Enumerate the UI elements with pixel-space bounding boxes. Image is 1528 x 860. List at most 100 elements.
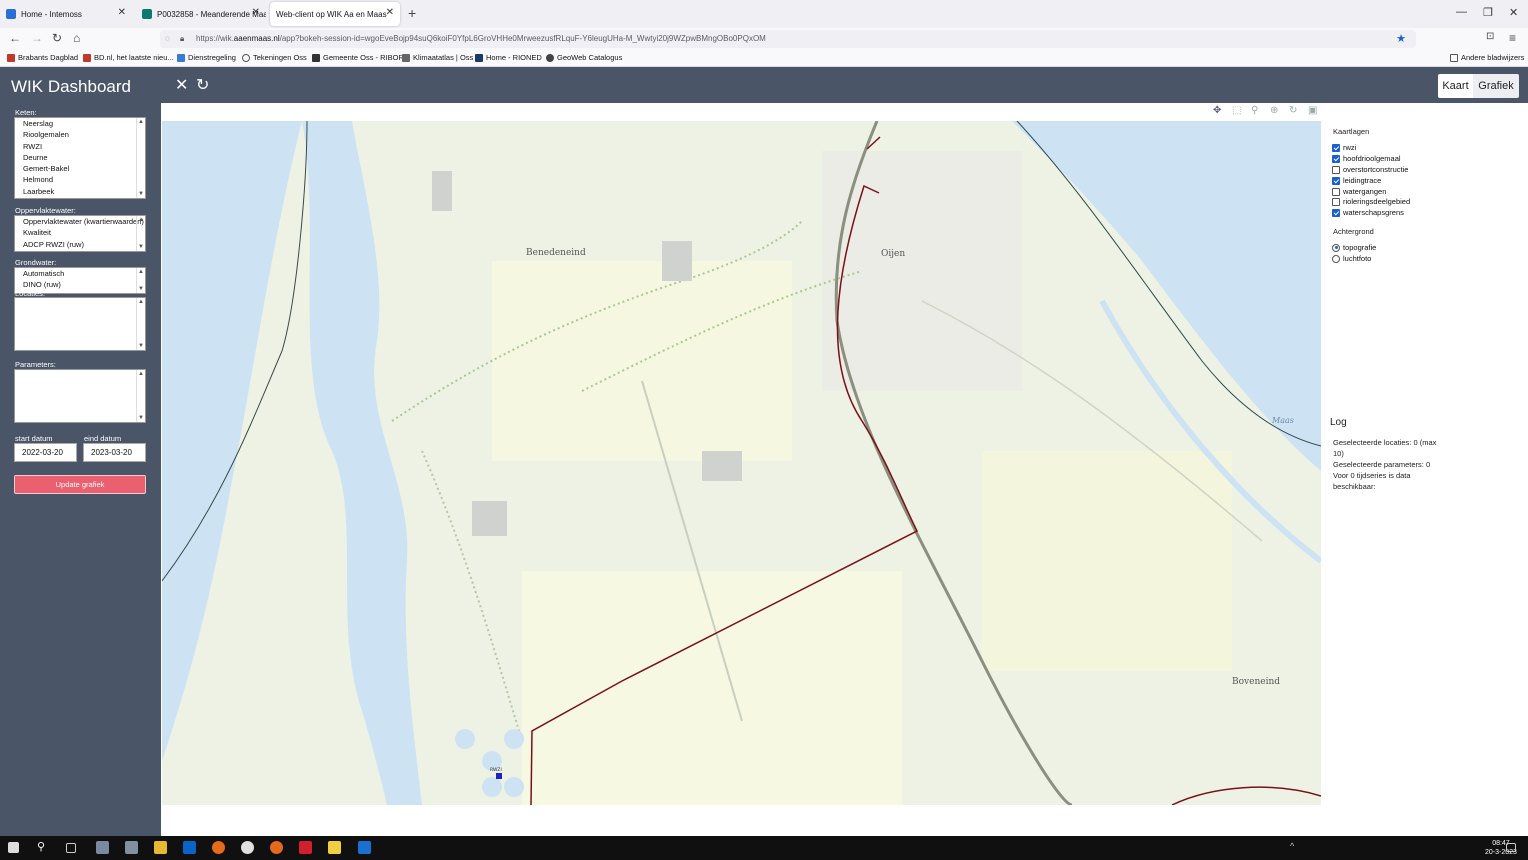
layer-checkbox-watergangen[interactable]: watergangen xyxy=(1332,187,1386,196)
reload-icon[interactable]: ↻ xyxy=(52,31,62,45)
task-view-icon[interactable] xyxy=(66,843,76,853)
notes-icon[interactable] xyxy=(328,841,341,854)
rwzi-marker[interactable] xyxy=(496,773,502,779)
refresh-icon[interactable]: ↻ xyxy=(196,75,209,95)
scrollbar[interactable]: ▲ ▼ xyxy=(136,298,145,350)
url-bar[interactable]: ◌ 🔒︎ https://wik.aaenmaas.nl/app?bokeh-s… xyxy=(160,30,1416,48)
checkbox-icon[interactable] xyxy=(1332,143,1340,152)
list-item[interactable]: RWZI xyxy=(15,141,145,152)
app-icon[interactable] xyxy=(125,841,138,854)
other-bookmarks[interactable]: Andere bladwijzers xyxy=(1450,53,1524,62)
firefox-icon[interactable] xyxy=(212,841,225,854)
end-date-input[interactable]: 2023-03-20 xyxy=(83,443,146,462)
bookmark-tekeningen-oss[interactable]: Tekeningen Oss xyxy=(242,53,307,62)
firefox-active-icon[interactable] xyxy=(270,841,283,854)
background-radio-luchtfoto[interactable]: luchtfoto xyxy=(1332,254,1371,263)
lock-icon[interactable]: 🔒︎ xyxy=(180,30,184,48)
outlook-icon[interactable] xyxy=(183,841,196,854)
bookmark-brabants-dagblad[interactable]: Brabants Dagblad xyxy=(7,53,78,62)
start-date-input[interactable]: 2022-03-20 xyxy=(14,443,77,462)
scrollbar[interactable]: ▲ ▼ xyxy=(136,216,145,251)
tab-home-intemoss[interactable]: Home - Intemoss ✕ xyxy=(0,2,132,26)
chevron-up-icon[interactable]: ▲ xyxy=(138,299,144,305)
parameters-listbox[interactable]: ▲ ▼ xyxy=(14,369,146,423)
list-item[interactable]: Deurne xyxy=(15,152,145,163)
radio-icon[interactable] xyxy=(1332,243,1340,252)
update-grafiek-button[interactable]: Update grafiek xyxy=(14,475,146,494)
chevron-down-icon[interactable]: ▼ xyxy=(138,343,144,349)
window-close-icon[interactable]: ✕ xyxy=(1509,6,1518,19)
layer-checkbox-rwzi[interactable]: rwzi xyxy=(1332,143,1356,152)
box-zoom-icon[interactable]: ⬚ xyxy=(1232,105,1243,117)
forward-icon[interactable]: → xyxy=(31,31,43,45)
checkbox-icon[interactable] xyxy=(1332,197,1340,206)
kaart-button[interactable]: Kaart xyxy=(1438,74,1473,98)
chevron-up-icon[interactable]: ▲ xyxy=(138,371,144,377)
chevron-down-icon[interactable]: ▼ xyxy=(138,191,144,197)
app-red-icon[interactable] xyxy=(299,841,312,854)
close-icon[interactable]: ✕ xyxy=(386,7,394,18)
list-item[interactable]: Laarbeek xyxy=(15,186,145,197)
checkbox-icon[interactable] xyxy=(1332,187,1340,196)
pocket-icon[interactable]: ⊡ xyxy=(1486,31,1494,42)
grafiek-button[interactable]: Grafiek xyxy=(1473,74,1519,98)
chat-icon[interactable] xyxy=(241,841,254,854)
layer-checkbox-leidingtrace[interactable]: leidingtrace xyxy=(1332,176,1381,185)
chevron-down-icon[interactable]: ▼ xyxy=(138,286,144,292)
menu-icon[interactable]: ≡ xyxy=(1509,31,1516,45)
scrollbar[interactable]: ▲ ▼ xyxy=(136,268,145,293)
save-icon[interactable]: ▣ xyxy=(1308,105,1319,117)
pan-icon[interactable]: ✥ xyxy=(1213,105,1224,117)
chevron-up-icon[interactable]: ▲ xyxy=(138,269,144,275)
tab-web-client[interactable]: Web-client op WIK Aa en Maas ✕ xyxy=(270,2,400,26)
locaties-listbox[interactable]: ▲ ▼ xyxy=(14,297,146,351)
layer-checkbox-rioleringsdeelgebied[interactable]: rioleringsdeelgebied xyxy=(1332,197,1410,206)
back-icon[interactable]: ← xyxy=(9,31,21,45)
oppervlaktewater-listbox[interactable]: Oppervlaktewater (kwartierwaarden) Kwali… xyxy=(14,215,146,252)
bookmark-geoweb[interactable]: GeoWeb Catalogus xyxy=(546,53,622,62)
keten-listbox[interactable]: Neerslag Rioolgemalen RWZI Deurne Gemert… xyxy=(14,117,146,199)
search-icon[interactable]: ⚲ xyxy=(37,840,50,853)
close-icon[interactable]: ✕ xyxy=(118,7,126,18)
list-item[interactable]: Oppervlaktewater (kwartierwaarden) xyxy=(15,216,145,227)
radio-icon[interactable] xyxy=(1332,254,1340,263)
restore-icon[interactable]: ❐ xyxy=(1483,6,1493,19)
notification-icon[interactable] xyxy=(1506,843,1516,852)
widgets-icon[interactable] xyxy=(96,841,109,854)
list-item[interactable]: Helmond xyxy=(15,174,145,185)
scrollbar[interactable]: ▲ ▼ xyxy=(136,118,145,198)
close-icon[interactable]: ✕ xyxy=(175,75,188,95)
close-icon[interactable]: ✕ xyxy=(252,7,260,18)
zoom-icon[interactable]: ⊕ xyxy=(1270,105,1281,117)
scrollbar[interactable]: ▲ ▼ xyxy=(136,370,145,422)
list-item[interactable]: Neerslag xyxy=(15,118,145,129)
map-canvas[interactable]: Benedeneind Oijen Boveneind Maas RWZI xyxy=(162,121,1321,805)
bookmark-star-icon[interactable]: ★ xyxy=(1396,30,1406,48)
chevron-down-icon[interactable]: ▼ xyxy=(138,244,144,250)
chevron-up-icon[interactable]: ▲ xyxy=(138,217,144,223)
list-item[interactable]: Gemert-Bakel xyxy=(15,163,145,174)
bookmark-rioned[interactable]: Home - RIONED xyxy=(475,53,542,62)
windows-start-icon[interactable] xyxy=(8,842,19,853)
minimize-icon[interactable]: — xyxy=(1456,6,1467,18)
tracking-shield-icon[interactable]: ◌ xyxy=(165,30,170,48)
reset-icon[interactable]: ↻ xyxy=(1289,105,1300,117)
file-explorer-icon[interactable] xyxy=(154,841,167,854)
bookmark-ribor[interactable]: Gemeente Oss - RIBOR xyxy=(312,53,404,62)
checkbox-icon[interactable] xyxy=(1332,208,1340,217)
list-item[interactable]: ADCP RWZI (ruw) xyxy=(15,239,145,250)
system-tray-icon[interactable]: ^ xyxy=(1290,841,1303,854)
bookmark-klimaatatlas[interactable]: Klimaatatlas | Oss xyxy=(402,53,473,62)
chevron-up-icon[interactable]: ▲ xyxy=(138,119,144,125)
bookmark-bd-nl[interactable]: BD.nl, het laatste nieu... xyxy=(83,53,174,62)
chevron-down-icon[interactable]: ▼ xyxy=(138,415,144,421)
new-tab-icon[interactable]: + xyxy=(408,5,416,21)
home-icon[interactable]: ⌂ xyxy=(73,31,80,45)
background-radio-topografie[interactable]: topografie xyxy=(1332,243,1376,252)
layer-checkbox-hoofdrioolgemaal[interactable]: hoofdrioolgemaal xyxy=(1332,154,1401,163)
list-item[interactable]: Kwaliteit xyxy=(15,227,145,238)
checkbox-icon[interactable] xyxy=(1332,165,1340,174)
list-item[interactable]: Automatisch xyxy=(15,268,145,279)
checkbox-icon[interactable] xyxy=(1332,176,1340,185)
layer-checkbox-waterschapsgrens[interactable]: waterschapsgrens xyxy=(1332,208,1404,217)
